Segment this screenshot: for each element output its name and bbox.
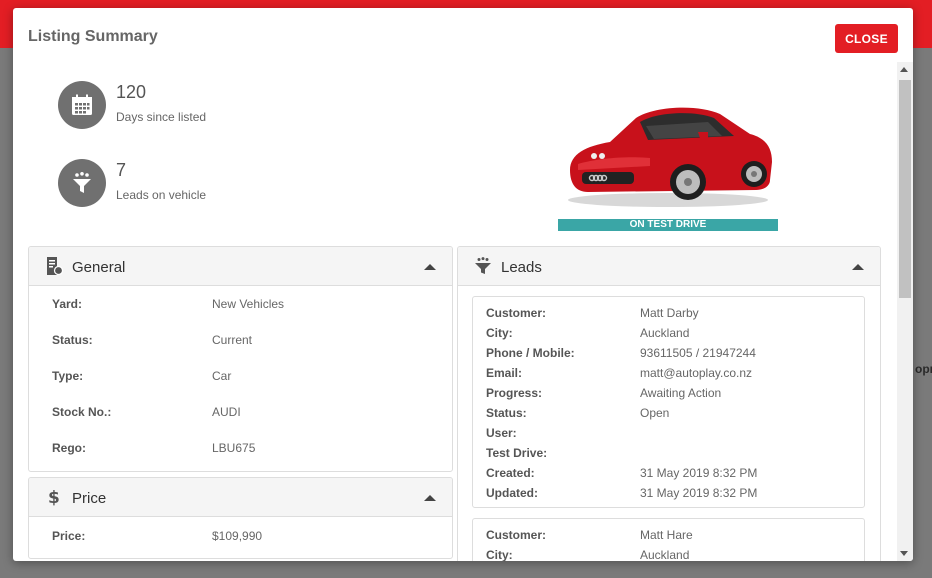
collapse-caret-icon[interactable] — [424, 495, 436, 501]
dollar-icon: $ — [48, 488, 60, 506]
general-panel-header[interactable]: General — [29, 247, 452, 286]
price-panel-title: Price — [72, 490, 107, 507]
days-since-listed-value: 120 — [116, 82, 147, 102]
scroll-down-arrow-icon[interactable] — [900, 551, 908, 556]
price-panel: $ Price Price: $109,990 — [28, 477, 453, 559]
leads-on-vehicle-label: Leads on vehicle — [116, 188, 207, 202]
modal-scrollbar[interactable] — [897, 62, 913, 561]
funnel-icon — [475, 257, 491, 274]
scroll-up-arrow-icon[interactable] — [900, 67, 908, 72]
modal-body[interactable]: 120 Days since listed 7 Leads on vehicle — [13, 62, 897, 561]
close-button[interactable]: CLOSE — [835, 24, 898, 53]
price-panel-header[interactable]: $ Price — [29, 478, 452, 517]
collapse-caret-icon[interactable] — [424, 264, 436, 270]
svg-text:$: $ — [48, 488, 60, 506]
listing-summary-modal: Listing Summary CLOSE 120 Days since lis… — [13, 8, 913, 561]
modal-title: Listing Summary — [28, 28, 158, 45]
general-panel-title: General — [72, 259, 126, 276]
scrollbar-thumb[interactable] — [899, 80, 911, 298]
days-since-listed-label: Days since listed — [116, 110, 207, 124]
document-icon — [47, 257, 63, 275]
lead-card[interactable]: Customer: Matt Hare City: Auckland — [472, 518, 865, 561]
leads-on-vehicle-value: 7 — [116, 160, 127, 180]
vehicle-status-banner: ON TEST DRIVE — [558, 219, 778, 231]
background-text-fragment: opra — [915, 362, 932, 376]
general-panel: General Yard: New Vehicles Status: Current… — [28, 246, 453, 472]
vehicle-image — [558, 92, 778, 212]
leads-panel-header[interactable]: Leads — [458, 247, 880, 286]
calendar-icon — [58, 81, 106, 129]
leads-panel-title: Leads — [501, 259, 542, 276]
leads-panel: Leads Customer: Matt Darby City: Auckland … — [457, 246, 881, 561]
collapse-caret-icon[interactable] — [852, 264, 864, 270]
funnel-icon — [58, 159, 106, 207]
lead-card[interactable]: Customer: Matt Darby City: Auckland Phone … — [472, 296, 865, 508]
